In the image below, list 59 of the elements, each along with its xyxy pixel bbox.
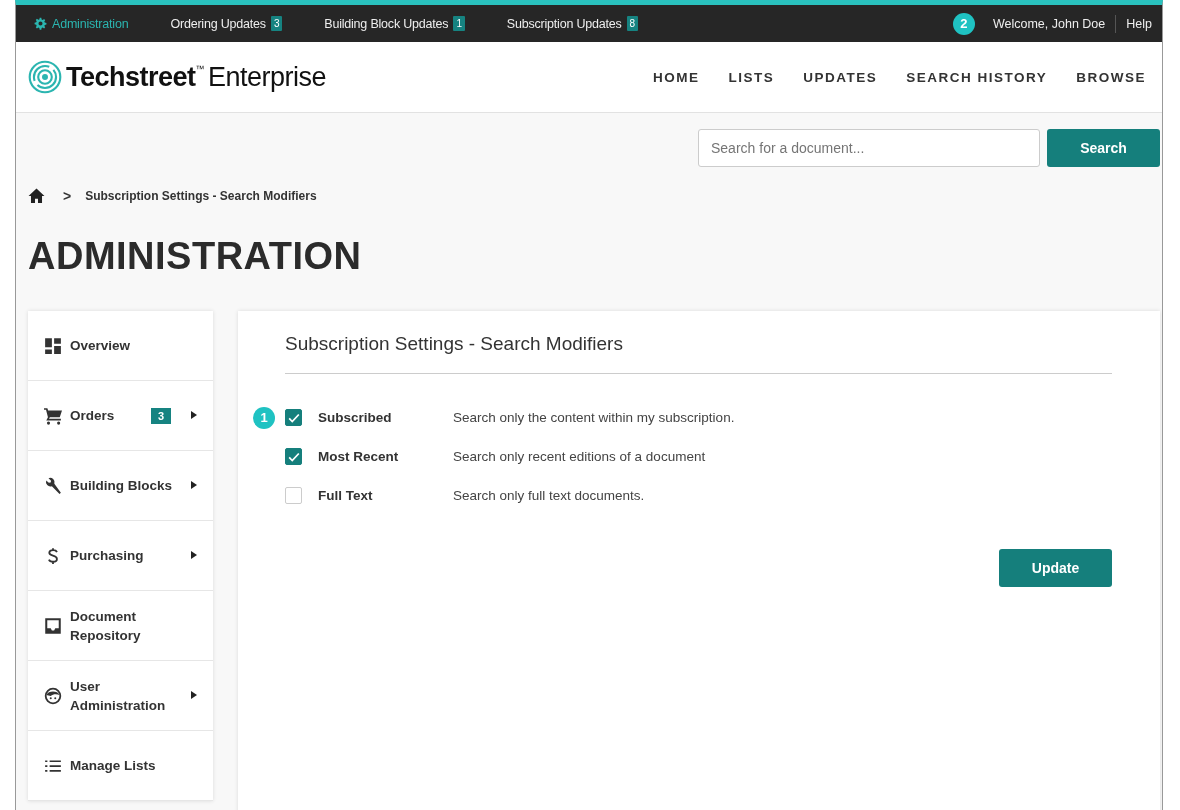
top-bar-link[interactable]: Ordering Updates 3	[170, 16, 283, 31]
callout-marker: 2	[952, 12, 975, 35]
count-badge: 3	[150, 407, 171, 424]
nav-link[interactable]: UPDATES	[803, 69, 878, 85]
count-badge: 3	[270, 16, 283, 31]
dashboard-icon	[44, 336, 62, 355]
nav-link[interactable]: LISTS	[728, 69, 775, 85]
sidebar-item[interactable]: Overview	[28, 311, 213, 381]
welcome-link[interactable]: Welcome, John Doe	[992, 16, 1106, 31]
sidebar-label: Orders	[70, 407, 116, 425]
nav-link[interactable]: SEARCH HISTORY	[906, 69, 1048, 85]
panel-title: Subscription Settings - Search Modifiers	[285, 333, 1112, 374]
inbox-icon	[44, 616, 62, 635]
page-title: ADMINISTRATION	[28, 234, 363, 278]
gear-icon	[34, 17, 47, 30]
nav-link[interactable]: BROWSE	[1076, 69, 1146, 85]
caret-icon	[191, 691, 197, 699]
sidebar-item[interactable]: Manage Lists	[28, 731, 213, 801]
option-description: Search only full text documents.	[453, 488, 645, 503]
top-bar-link[interactable]: Building Block Updates 1	[324, 16, 465, 31]
sidebar-item[interactable]: Orders 3	[28, 381, 213, 451]
caret-icon	[191, 411, 197, 419]
sidebar-item[interactable]: Purchasing	[28, 521, 213, 591]
option-label: Most Recent	[318, 449, 400, 464]
logo-wordmark: Techstreet$^{™}$Enterprise	[66, 61, 327, 93]
cart-icon	[44, 406, 62, 425]
sidebar-label: Building Blocks	[70, 477, 173, 495]
sidebar-label: Document Repository	[70, 607, 142, 645]
wrench-icon	[44, 476, 62, 495]
search-button[interactable]: Search	[1047, 129, 1160, 167]
sidebar-item[interactable]: Document Repository	[28, 591, 213, 661]
caret-icon	[191, 481, 197, 489]
caret-icon	[191, 551, 197, 559]
count-badge: 1	[453, 16, 465, 31]
sidebar-label: User Administration	[70, 677, 167, 715]
sidebar-label: Overview	[70, 337, 132, 355]
option-description: Search only the content within my subscription.	[453, 410, 735, 425]
sidebar-item[interactable]: User Administration	[28, 661, 213, 731]
face-icon	[44, 686, 62, 705]
top-bar-link[interactable]: Subscription Updates 8	[506, 16, 638, 31]
breadcrumb-current: Subscription Settings - Search Modifiers	[85, 188, 317, 203]
help-link[interactable]: Help	[1126, 16, 1152, 31]
search-field[interactable]: Search for a document...	[698, 129, 1040, 167]
concentric-circles-logo-icon	[28, 60, 62, 94]
option-label: Full Text	[318, 488, 374, 503]
sidebar-label: Manage Lists	[70, 757, 157, 775]
nav-link[interactable]: HOME	[652, 69, 700, 85]
sidebar-label: Purchasing	[70, 547, 145, 565]
option-description: Search only recent editions of a document	[453, 449, 706, 464]
update-button[interactable]: Update	[999, 549, 1112, 587]
checkbox[interactable]	[285, 409, 302, 426]
home-icon[interactable]	[28, 187, 45, 204]
option-label: Subscribed	[318, 410, 393, 425]
breadcrumb-separator: >	[63, 187, 72, 204]
checkbox[interactable]	[285, 448, 302, 465]
count-badge: 8	[626, 16, 638, 31]
top-bar-link[interactable]: Administration	[34, 16, 129, 31]
callout-marker: 1	[253, 406, 275, 429]
sidebar-item[interactable]: Building Blocks	[28, 451, 213, 521]
